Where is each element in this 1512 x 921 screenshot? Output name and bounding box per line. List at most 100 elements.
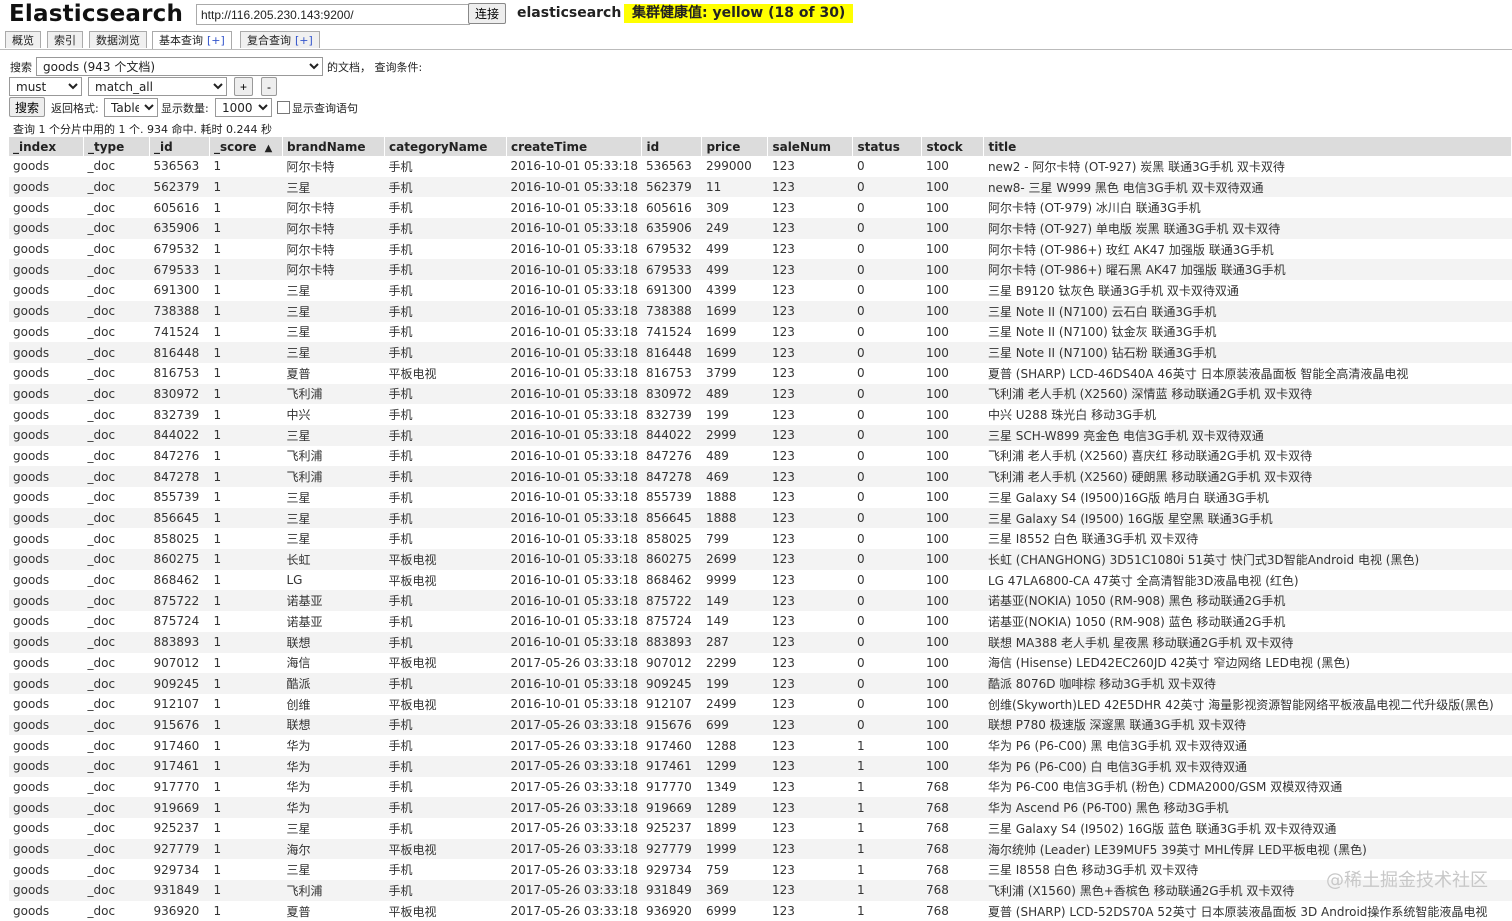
- column-header[interactable]: price: [701, 137, 769, 156]
- table-row[interactable]: goods _doc 691300 1 三星 手机 2016-10-01 05:33:18 6…: [9, 280, 1512, 301]
- show-raw-checkbox[interactable]: [277, 101, 290, 114]
- table-cell: 738388: [149, 300, 210, 322]
- table-row[interactable]: goods _doc 816448 1 三星 手机 2016-10-01 05:33:18 8…: [9, 342, 1512, 363]
- table-cell: 创维: [286, 697, 311, 712]
- table-row[interactable]: goods _doc 536563 1 阿尔卡特 手机 2016-10-01 05:33:1…: [9, 156, 1512, 177]
- connect-button[interactable]: 连接: [468, 3, 507, 24]
- table-cell: 100: [925, 242, 949, 257]
- table-cell: 123: [767, 838, 853, 860]
- tab-add-link[interactable]: [+]: [207, 34, 225, 47]
- table-cell: 手机: [388, 159, 413, 174]
- table-row[interactable]: goods _doc 883893 1 联想 手机 2016-10-01 05:33:18 8…: [9, 631, 1512, 653]
- table-row[interactable]: goods _doc 936920 1 夏普 平板电视 2017-05-26 03:33:1…: [9, 901, 1512, 921]
- table-row[interactable]: goods _doc 830972 1 飞利浦 手机 2016-10-01 05:33:18…: [9, 383, 1512, 405]
- tab-data-browse[interactable]: 数据浏览: [89, 31, 147, 48]
- table-row[interactable]: goods _doc 847278 1 飞利浦 手机 2016-10-01 05:33:18…: [9, 466, 1512, 487]
- table-row[interactable]: goods _doc 925237 1 三星 手机 2017-05-26 03:33:18 9…: [9, 818, 1512, 839]
- column-header[interactable]: status: [852, 137, 923, 156]
- table-row[interactable]: goods _doc 917461 1 华为 手机 2017-05-26 03:33:18 9…: [9, 755, 1512, 777]
- tab-basic-query[interactable]: 基本查询 [+]: [152, 31, 232, 49]
- table-cell: 手机: [384, 466, 507, 487]
- column-header[interactable]: stock: [921, 137, 985, 156]
- add-condition-button[interactable]: +: [234, 77, 254, 96]
- table-cell: _doc: [87, 531, 116, 546]
- table-cell: 三星: [286, 532, 311, 547]
- table-row[interactable]: goods _doc 856645 1 三星 手机 2016-10-01 05:33:18 8…: [9, 507, 1512, 529]
- column-header[interactable]: title: [983, 137, 1512, 156]
- table-row[interactable]: goods _doc 929734 1 三星 手机 2017-05-26 03:33:18 9…: [9, 859, 1512, 880]
- index-select[interactable]: goods (943 个文档): [36, 57, 323, 76]
- table-row[interactable]: goods _doc 847276 1 飞利浦 手机 2016-10-01 05:33:18…: [9, 446, 1512, 467]
- column-header[interactable]: _type: [83, 137, 150, 156]
- url-input[interactable]: [196, 4, 470, 25]
- table-row[interactable]: goods _doc 844022 1 三星 手机 2016-10-01 05:33:18 8…: [9, 424, 1512, 446]
- table-row[interactable]: goods _doc 679532 1 阿尔卡特 手机 2016-10-01 05:33:1…: [9, 239, 1512, 260]
- table-row[interactable]: goods _doc 907012 1 海信 平板电视 2017-05-26 03:33:1…: [9, 653, 1512, 674]
- table-row[interactable]: goods _doc 816753 1 夏普 平板电视 2016-10-01 05:33:1…: [9, 363, 1512, 384]
- count-select[interactable]: 1000: [215, 98, 272, 117]
- table-cell: 阿尔卡特: [286, 201, 335, 216]
- remove-condition-button[interactable]: -: [261, 77, 277, 96]
- tab-compound-query[interactable]: 复合查询 [+]: [240, 31, 320, 48]
- table-row[interactable]: goods _doc 917770 1 华为 手机 2017-05-26 03:33:18 9…: [9, 777, 1512, 798]
- tab-overview[interactable]: 概览: [5, 31, 41, 48]
- table-cell: 123: [767, 176, 853, 198]
- table-cell: goods: [9, 300, 84, 322]
- table-row[interactable]: goods _doc 912107 1 创维 平板电视 2016-10-01 05:33:1…: [9, 694, 1512, 715]
- table-cell: 100: [921, 218, 984, 239]
- table-cell: 100: [925, 448, 949, 463]
- table-cell: 阿尔卡特: [286, 242, 335, 257]
- table-row[interactable]: goods _doc 875722 1 诺基亚 手机 2016-10-01 05:33:18…: [9, 590, 1512, 612]
- column-header[interactable]: id: [641, 137, 703, 156]
- match-select[interactable]: match_all: [88, 77, 227, 96]
- table-row[interactable]: goods _doc 855739 1 三星 手机 2016-10-01 05:33:18 8…: [9, 487, 1512, 508]
- tab-label: 数据浏览: [96, 34, 140, 47]
- tab-indices[interactable]: 索引: [47, 31, 83, 48]
- column-header[interactable]: brandName: [282, 137, 385, 156]
- table-row[interactable]: goods _doc 679533 1 阿尔卡特 手机 2016-10-01 05:33:1…: [9, 259, 1512, 281]
- table-cell: 830972: [149, 383, 210, 405]
- table-cell: 长虹: [282, 549, 385, 570]
- column-header[interactable]: createTime: [506, 137, 643, 156]
- table-row[interactable]: goods _doc 858025 1 三星 手机 2016-10-01 05:33:18 8…: [9, 528, 1512, 549]
- table-cell: goods: [13, 862, 50, 877]
- table-cell: _doc: [83, 342, 150, 363]
- column-header[interactable]: _score ▲: [209, 137, 283, 156]
- table-cell: 635906: [149, 218, 210, 239]
- table-row[interactable]: goods _doc 605616 1 阿尔卡特 手机 2016-10-01 05:33:1…: [9, 197, 1512, 218]
- table-cell: goods: [9, 673, 84, 694]
- table-cell: 华为: [286, 780, 311, 795]
- table-cell: _doc: [87, 242, 116, 257]
- table-cell: 1: [852, 797, 922, 818]
- table-row[interactable]: goods _doc 917460 1 华为 手机 2017-05-26 03:33:18 9…: [9, 735, 1512, 756]
- table-row[interactable]: goods _doc 875724 1 诺基亚 手机 2016-10-01 05:33:18…: [9, 611, 1512, 632]
- table-cell: 平板电视: [384, 838, 507, 860]
- table-cell: 768: [925, 862, 949, 877]
- table-cell: 635906: [641, 218, 702, 239]
- table-row[interactable]: goods _doc 909245 1 酷派 手机 2016-10-01 05:33:18 9…: [9, 673, 1512, 694]
- column-header[interactable]: categoryName: [384, 137, 507, 156]
- table-row[interactable]: goods _doc 635906 1 阿尔卡特 手机 2016-10-01 05:33:1…: [9, 218, 1512, 239]
- table-cell: goods: [13, 159, 50, 174]
- table-row[interactable]: goods _doc 919669 1 华为 手机 2017-05-26 03:33:18 9…: [9, 797, 1512, 818]
- table-cell: _doc: [83, 300, 150, 322]
- table-row[interactable]: goods _doc 832739 1 中兴 手机 2016-10-01 05:33:18 8…: [9, 404, 1512, 425]
- table-row[interactable]: goods _doc 868462 1 LG 平板电视 2016-10-01 05:33:1…: [9, 570, 1512, 591]
- table-cell: goods: [9, 259, 84, 281]
- bool-select[interactable]: must: [9, 77, 82, 96]
- table-cell: 1: [209, 673, 283, 694]
- table-row[interactable]: goods _doc 860275 1 长虹 平板电视 2016-10-01 05:33:1…: [9, 549, 1512, 570]
- table-row[interactable]: goods _doc 738388 1 三星 手机 2016-10-01 05:33:18 7…: [9, 300, 1512, 322]
- format-select[interactable]: Table: [104, 98, 158, 117]
- tab-add-link[interactable]: [+]: [295, 34, 313, 47]
- table-row[interactable]: goods _doc 931849 1 飞利浦 手机 2017-05-26 03:33:18…: [9, 880, 1512, 901]
- column-header[interactable]: _id: [149, 137, 210, 156]
- table-row[interactable]: goods _doc 915676 1 联想 手机 2017-05-26 03:33:18 9…: [9, 714, 1512, 736]
- search-button[interactable]: 搜索: [9, 97, 46, 117]
- table-row[interactable]: goods _doc 927779 1 海尔 平板电视 2017-05-26 03:33:1…: [9, 838, 1512, 860]
- table-row[interactable]: goods _doc 562379 1 三星 手机 2016-10-01 05:33:18 5…: [9, 176, 1512, 198]
- table-cell: goods: [13, 779, 50, 794]
- column-header[interactable]: _index: [9, 137, 84, 156]
- table-row[interactable]: goods _doc 741524 1 三星 手机 2016-10-01 05:33:18 7…: [9, 322, 1512, 343]
- column-header[interactable]: saleNum: [767, 137, 854, 156]
